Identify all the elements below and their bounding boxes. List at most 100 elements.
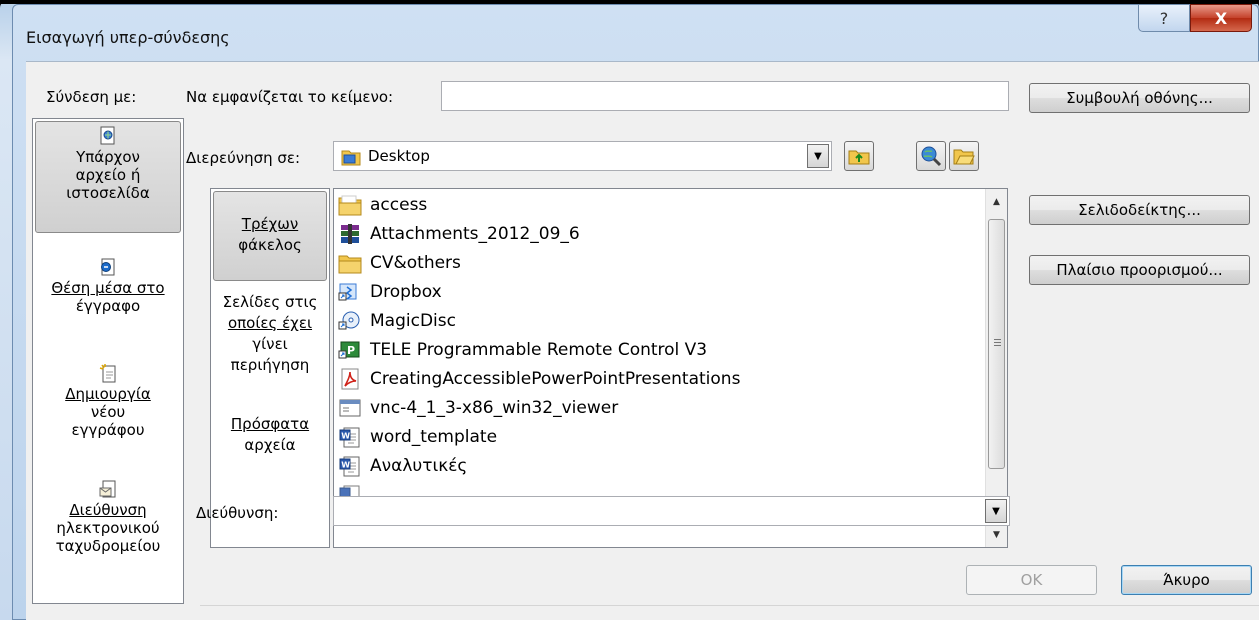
scroll-down-icon[interactable]: ▼: [986, 524, 1007, 545]
link-email-line1: Διεύθυνση: [69, 501, 147, 519]
list-item[interactable]: P TELE Programmable Remote Control V3: [338, 335, 707, 364]
browse-file-icon: [953, 149, 975, 165]
list-item[interactable]: Attachments_2012_09_6: [338, 219, 580, 248]
address-combo[interactable]: ▼: [333, 496, 1010, 526]
address-dropdown-button[interactable]: ▼: [985, 499, 1007, 523]
link-place-line2: έγγραφο: [75, 297, 141, 315]
desktop-folder-icon: [341, 150, 361, 166]
link-place-in-document[interactable]: Θέση μέσα στο έγγραφο: [35, 253, 181, 343]
browse-file-button[interactable]: [949, 141, 979, 171]
ok-button[interactable]: OK: [966, 565, 1097, 595]
svg-text:W: W: [341, 431, 350, 440]
list-item[interactable]: access: [338, 190, 427, 219]
look-current-line2: φάκελος: [238, 236, 302, 254]
close-icon: X: [1214, 8, 1228, 28]
screentip-button[interactable]: Συμβουλή οθόνης...: [1029, 83, 1250, 113]
look-browsed-line1: Σελίδες στις: [222, 293, 318, 311]
bookmark-button[interactable]: Σελιδοδείκτης...: [1029, 195, 1250, 225]
place-in-document-icon: [101, 258, 115, 276]
file-name: CV&others: [370, 252, 461, 273]
shortcut-disc-icon: [338, 311, 360, 329]
link-to-label: Σύνδεση με:: [46, 88, 137, 106]
file-name: vnc-4_1_3-x86_win32_viewer: [370, 397, 619, 418]
browse-web-button[interactable]: [916, 141, 946, 171]
look-in-dropdown-button[interactable]: ▼: [807, 144, 829, 168]
pdf-icon: [341, 368, 359, 389]
file-name: TELE Programmable Remote Control V3: [370, 339, 708, 360]
list-item[interactable]: CV&others: [338, 248, 461, 277]
look-recent-line2: αρχεία: [244, 436, 296, 454]
dialog-window: Εισαγωγή υπερ-σύνδεσης ? X Σύνδεση με: Υ…: [0, 0, 1259, 620]
new-document-icon: [99, 364, 116, 383]
divider: [200, 605, 1259, 606]
address-label-text: Διεύθυνση:: [196, 504, 279, 522]
archive-icon: [341, 223, 359, 244]
link-new-line3: εγγράφου: [71, 421, 145, 439]
chevron-down-icon: ▼: [814, 150, 822, 162]
link-existing-line3: ιστοσελίδα: [66, 184, 150, 202]
dialog-title: Εισαγωγή υπερ-σύνδεσης: [26, 28, 230, 47]
scroll-up-icon[interactable]: ▲: [986, 191, 1007, 212]
word-doc-icon: W: [339, 427, 360, 447]
help-icon: ?: [1159, 8, 1169, 28]
link-new-document[interactable]: Δημιουργία νέου εγγράφου: [35, 359, 181, 459]
address-label: Διεύθυνση:: [196, 504, 278, 522]
email-address-icon: [99, 480, 116, 498]
exe-icon: [339, 399, 361, 416]
folder-icon: [338, 195, 362, 215]
scroll-thumb[interactable]: [988, 219, 1005, 469]
word-doc-icon: W: [339, 456, 360, 476]
link-email-line3: ταχυδρομείου: [55, 537, 161, 555]
link-existing-line2: αρχείο ή: [75, 166, 141, 184]
up-one-folder-button[interactable]: [844, 141, 874, 171]
caption-buttons: ? X: [1138, 4, 1252, 32]
link-to-bar: Υπάρχον αρχείο ή ιστοσελίδα Θέση μέσα στ…: [32, 118, 184, 604]
file-name: CreatingAccessiblePowerPointPresentation…: [370, 368, 741, 389]
file-name: Attachments_2012_09_6: [370, 223, 580, 244]
link-email-address[interactable]: Διεύθυνση ηλεκτρονικού ταχυδρομείου: [35, 475, 181, 585]
target-frame-button[interactable]: Πλαίσιο προορισμού...: [1029, 255, 1250, 285]
file-name: MagicDisc: [370, 310, 456, 331]
look-in-combo[interactable]: Desktop ▼: [333, 141, 832, 171]
look-browsed-line3: γίνει: [252, 335, 288, 353]
link-existing-line1: Υπάρχον: [76, 148, 140, 166]
svg-text:W: W: [341, 460, 350, 469]
look-current-folder[interactable]: Τρέχων φάκελος: [213, 191, 327, 281]
display-text-input[interactable]: [441, 81, 1009, 111]
link-existing-file[interactable]: Υπάρχον αρχείο ή ιστοσελίδα: [35, 121, 181, 233]
list-item[interactable]: MagicDisc: [338, 306, 456, 335]
file-list-scrollbar[interactable]: ▲ ▼: [985, 189, 1007, 547]
link-place-line1: Θέση μέσα στο: [51, 279, 165, 297]
look-browsed-line2: οποίες έχει: [227, 314, 313, 332]
file-list[interactable]: access Attachments_2012_09_6 CV&others D…: [333, 188, 1008, 548]
cancel-button[interactable]: Άκυρο: [1121, 565, 1252, 595]
list-item[interactable]: vnc-4_1_3-x86_win32_viewer: [338, 393, 618, 422]
link-email-line2: ηλεκτρονικού: [56, 519, 160, 537]
shortcut-icon: [338, 283, 357, 300]
list-item[interactable]: W Αναλυτικές: [338, 451, 467, 480]
existing-file-icon: [100, 126, 115, 145]
display-text-label-text: Να εμφανίζεται το κείμενο:: [186, 88, 394, 106]
dialog-client: Σύνδεση με: Υπάρχον αρχείο ή ιστοσελίδα: [26, 61, 1259, 620]
look-browsed-line4: περιήγηση: [230, 356, 310, 374]
list-item[interactable]: W word_template: [338, 422, 497, 451]
file-name: word_template: [370, 426, 498, 447]
file-name: Αναλυτικές: [370, 455, 468, 476]
help-button[interactable]: ?: [1138, 4, 1190, 32]
link-new-line1: Δημιουργία: [65, 385, 151, 403]
look-recent-files[interactable]: Πρόσφατα αρχεία: [213, 414, 327, 474]
look-current-line1: Τρέχων: [241, 215, 299, 233]
folder-icon: [338, 255, 362, 273]
svg-text:P: P: [347, 344, 355, 357]
look-in-label-text: Διερεύνηση σε:: [186, 149, 301, 167]
look-recent-line1: Πρόσφατα: [230, 415, 310, 433]
shortcut-app-icon: P: [338, 341, 360, 358]
list-item[interactable]: CreatingAccessiblePowerPointPresentation…: [338, 364, 740, 393]
link-new-line2: νέου: [90, 403, 126, 421]
look-browsed-pages[interactable]: Σελίδες στις οποίες έχει γίνει περιήγηση: [213, 292, 327, 392]
list-item[interactable]: Dropbox: [338, 277, 442, 306]
file-name: Dropbox: [370, 281, 442, 302]
up-one-folder-icon: [848, 150, 870, 165]
look-in-label: Διερεύνηση σε:: [186, 149, 300, 167]
close-button[interactable]: X: [1190, 4, 1252, 32]
